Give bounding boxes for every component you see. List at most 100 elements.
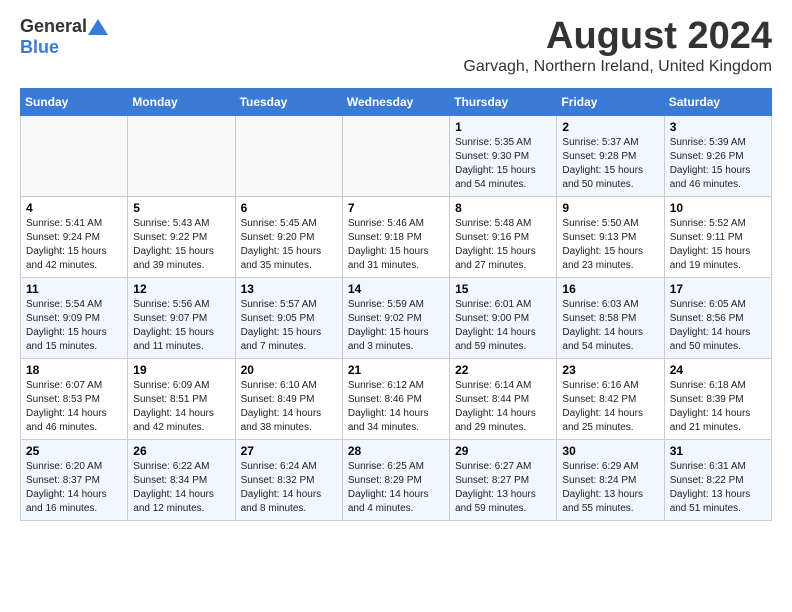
calendar-cell: 18Sunrise: 6:07 AMSunset: 8:53 PMDayligh… [21, 358, 128, 439]
day-number: 9 [562, 201, 658, 215]
day-info: Sunrise: 5:41 AMSunset: 9:24 PMDaylight:… [26, 217, 122, 273]
calendar-cell: 6Sunrise: 5:45 AMSunset: 9:20 PMDaylight… [235, 196, 342, 277]
calendar-cell: 28 Sunrise: 6:25 AMSunset: 8:29 PMDayligh… [342, 439, 449, 520]
day-number: 29 [455, 444, 551, 458]
calendar-cell: 23Sunrise: 6:16 AMSunset: 8:42 PMDayligh… [557, 358, 664, 439]
day-number: 6 [241, 201, 337, 215]
day-info: Sunrise: 6:14 AMSunset: 8:44 PMDaylight:… [455, 379, 551, 435]
day-number: 19 [133, 363, 229, 377]
day-info: Sunrise: 5:59 AMSunset: 9:02 PMDaylight:… [348, 298, 444, 354]
day-number: 4 [26, 201, 122, 215]
day-info: Sunrise: 5:37 AMSunset: 9:28 PMDaylight:… [562, 136, 658, 192]
calendar-cell: 21 Sunrise: 6:12 AMSunset: 8:46 PMDayligh… [342, 358, 449, 439]
day-info: Sunrise: 6:29 AMSunset: 8:24 PMDaylight:… [562, 460, 658, 516]
day-info: Sunrise: 6:09 AMSunset: 8:51 PMDaylight:… [133, 379, 229, 435]
day-number: 16 [562, 282, 658, 296]
day-info: Sunrise: 5:43 AMSunset: 9:22 PMDaylight:… [133, 217, 229, 273]
day-info: Sunrise: 6:18 AMSunset: 8:39 PMDaylight:… [670, 379, 766, 435]
calendar-cell: 30Sunrise: 6:29 AMSunset: 8:24 PMDayligh… [557, 439, 664, 520]
calendar-cell: 24Sunrise: 6:18 AMSunset: 8:39 PMDayligh… [664, 358, 771, 439]
calendar-cell: 22 Sunrise: 6:14 AMSunset: 8:44 PMDayligh… [450, 358, 557, 439]
calendar-cell: 2 Sunrise: 5:37 AMSunset: 9:28 PMDaylight… [557, 115, 664, 196]
day-number: 18 [26, 363, 122, 377]
calendar-cell: 5Sunrise: 5:43 AMSunset: 9:22 PMDaylight… [128, 196, 235, 277]
day-info: Sunrise: 6:12 AMSunset: 8:46 PMDaylight:… [348, 379, 444, 435]
calendar-cell: 12Sunrise: 5:56 AMSunset: 9:07 PMDayligh… [128, 277, 235, 358]
calendar-cell: 7 Sunrise: 5:46 AMSunset: 9:18 PMDaylight… [342, 196, 449, 277]
logo: General Blue [20, 16, 109, 58]
day-number: 2 [562, 120, 658, 134]
day-info: Sunrise: 6:22 AMSunset: 8:34 PMDaylight:… [133, 460, 229, 516]
calendar-week-row: 4 Sunrise: 5:41 AMSunset: 9:24 PMDaylight… [21, 196, 772, 277]
calendar-cell: 26 Sunrise: 6:22 AMSunset: 8:34 PMDayligh… [128, 439, 235, 520]
day-number: 20 [241, 363, 337, 377]
column-header-wednesday: Wednesday [342, 88, 449, 115]
calendar-cell: 17 Sunrise: 6:05 AMSunset: 8:56 PMDayligh… [664, 277, 771, 358]
column-header-friday: Friday [557, 88, 664, 115]
calendar-week-row: 18Sunrise: 6:07 AMSunset: 8:53 PMDayligh… [21, 358, 772, 439]
column-header-thursday: Thursday [450, 88, 557, 115]
day-number: 28 [348, 444, 444, 458]
calendar-header-row: SundayMondayTuesdayWednesdayThursdayFrid… [21, 88, 772, 115]
calendar-cell [235, 115, 342, 196]
day-number: 3 [670, 120, 766, 134]
day-info: Sunrise: 6:20 AMSunset: 8:37 PMDaylight:… [26, 460, 122, 516]
day-number: 7 [348, 201, 444, 215]
day-number: 27 [241, 444, 337, 458]
calendar-cell: 16 Sunrise: 6:03 AMSunset: 8:58 PMDayligh… [557, 277, 664, 358]
calendar-cell: 31 Sunrise: 6:31 AMSunset: 8:22 PMDayligh… [664, 439, 771, 520]
day-number: 25 [26, 444, 122, 458]
calendar-cell: 14Sunrise: 5:59 AMSunset: 9:02 PMDayligh… [342, 277, 449, 358]
calendar-cell [21, 115, 128, 196]
day-number: 8 [455, 201, 551, 215]
calendar-cell [128, 115, 235, 196]
day-number: 26 [133, 444, 229, 458]
day-number: 21 [348, 363, 444, 377]
column-header-sunday: Sunday [21, 88, 128, 115]
day-number: 12 [133, 282, 229, 296]
day-info: Sunrise: 6:24 AMSunset: 8:32 PMDaylight:… [241, 460, 337, 516]
calendar-cell: 8 Sunrise: 5:48 AMSunset: 9:16 PMDaylight… [450, 196, 557, 277]
day-info: Sunrise: 5:52 AMSunset: 9:11 PMDaylight:… [670, 217, 766, 273]
logo-bird-icon [88, 19, 108, 35]
day-number: 11 [26, 282, 122, 296]
day-info: Sunrise: 6:03 AMSunset: 8:58 PMDaylight:… [562, 298, 658, 354]
calendar-cell: 1 Sunrise: 5:35 AMSunset: 9:30 PMDaylight… [450, 115, 557, 196]
calendar-cell: 20Sunrise: 6:10 AMSunset: 8:49 PMDayligh… [235, 358, 342, 439]
calendar-cell: 4 Sunrise: 5:41 AMSunset: 9:24 PMDaylight… [21, 196, 128, 277]
calendar-cell: 15Sunrise: 6:01 AMSunset: 9:00 PMDayligh… [450, 277, 557, 358]
day-info: Sunrise: 5:57 AMSunset: 9:05 PMDaylight:… [241, 298, 337, 354]
calendar-cell: 13 Sunrise: 5:57 AMSunset: 9:05 PMDayligh… [235, 277, 342, 358]
day-info: Sunrise: 6:25 AMSunset: 8:29 PMDaylight:… [348, 460, 444, 516]
calendar-cell: 19 Sunrise: 6:09 AMSunset: 8:51 PMDayligh… [128, 358, 235, 439]
calendar-table: SundayMondayTuesdayWednesdayThursdayFrid… [20, 88, 772, 521]
day-info: Sunrise: 5:35 AMSunset: 9:30 PMDaylight:… [455, 136, 551, 192]
column-header-saturday: Saturday [664, 88, 771, 115]
day-number: 13 [241, 282, 337, 296]
title-area: August 2024 Garvagh, Northern Ireland, U… [463, 16, 772, 76]
day-number: 1 [455, 120, 551, 134]
calendar-cell: 3 Sunrise: 5:39 AMSunset: 9:26 PMDaylight… [664, 115, 771, 196]
location-subtitle: Garvagh, Northern Ireland, United Kingdo… [463, 58, 772, 76]
day-number: 10 [670, 201, 766, 215]
calendar-cell [342, 115, 449, 196]
calendar-cell: 27 Sunrise: 6:24 AMSunset: 8:32 PMDayligh… [235, 439, 342, 520]
day-info: Sunrise: 5:46 AMSunset: 9:18 PMDaylight:… [348, 217, 444, 273]
calendar-week-row: 1 Sunrise: 5:35 AMSunset: 9:30 PMDaylight… [21, 115, 772, 196]
day-info: Sunrise: 6:31 AMSunset: 8:22 PMDaylight:… [670, 460, 766, 516]
calendar-cell: 11 Sunrise: 5:54 AMSunset: 9:09 PMDayligh… [21, 277, 128, 358]
column-header-tuesday: Tuesday [235, 88, 342, 115]
calendar-cell: 9Sunrise: 5:50 AMSunset: 9:13 PMDaylight… [557, 196, 664, 277]
page-header: General Blue August 2024 Garvagh, Northe… [20, 16, 772, 76]
day-info: Sunrise: 5:48 AMSunset: 9:16 PMDaylight:… [455, 217, 551, 273]
day-info: Sunrise: 6:05 AMSunset: 8:56 PMDaylight:… [670, 298, 766, 354]
day-info: Sunrise: 6:27 AMSunset: 8:27 PMDaylight:… [455, 460, 551, 516]
day-info: Sunrise: 5:54 AMSunset: 9:09 PMDaylight:… [26, 298, 122, 354]
day-number: 17 [670, 282, 766, 296]
calendar-cell: 25 Sunrise: 6:20 AMSunset: 8:37 PMDayligh… [21, 439, 128, 520]
day-number: 22 [455, 363, 551, 377]
day-info: Sunrise: 6:01 AMSunset: 9:00 PMDaylight:… [455, 298, 551, 354]
day-number: 31 [670, 444, 766, 458]
day-info: Sunrise: 5:39 AMSunset: 9:26 PMDaylight:… [670, 136, 766, 192]
column-header-monday: Monday [128, 88, 235, 115]
